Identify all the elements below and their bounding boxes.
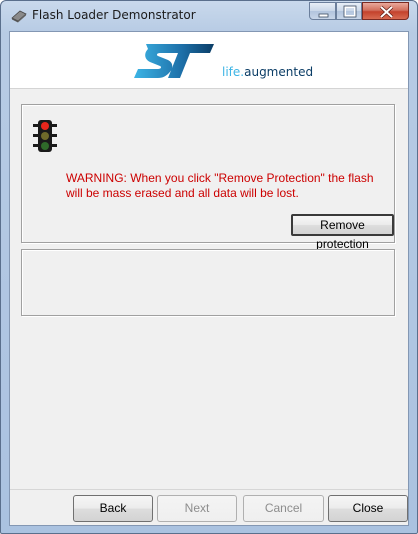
close-button[interactable]: Close (328, 495, 408, 522)
cancel-button[interactable]: Cancel (243, 495, 324, 522)
traffic-light-icon (33, 120, 57, 152)
window-title: Flash Loader Demonstrator (32, 8, 196, 22)
next-button[interactable]: Next (157, 495, 237, 522)
footer-divider (10, 489, 408, 490)
minimize-icon (318, 13, 329, 18)
minimize-button[interactable] (309, 2, 336, 20)
brand-banner: life.augmented (10, 32, 408, 89)
wizard-body: life.augmented WARNING: When you click "… (9, 31, 409, 526)
close-icon (379, 5, 394, 19)
warning-message: WARNING: When you click "Remove Protecti… (66, 171, 374, 200)
protection-group: WARNING: When you click "Remove Protecti… (21, 104, 395, 251)
remove-protection-button[interactable]: Remove protection (291, 214, 394, 251)
chip-icon (11, 9, 27, 23)
maximize-icon (343, 5, 357, 18)
close-window-button[interactable] (362, 2, 409, 20)
st-logo (134, 44, 214, 78)
maximize-button[interactable] (336, 2, 362, 20)
status-group (21, 249, 395, 316)
brand-tagline: life.augmented (222, 65, 314, 79)
title-bar[interactable]: Flash Loader Demonstrator (1, 1, 417, 31)
app-window: Flash Loader Demonstrator life.augmented… (0, 0, 418, 534)
back-button[interactable]: Back (73, 495, 153, 522)
